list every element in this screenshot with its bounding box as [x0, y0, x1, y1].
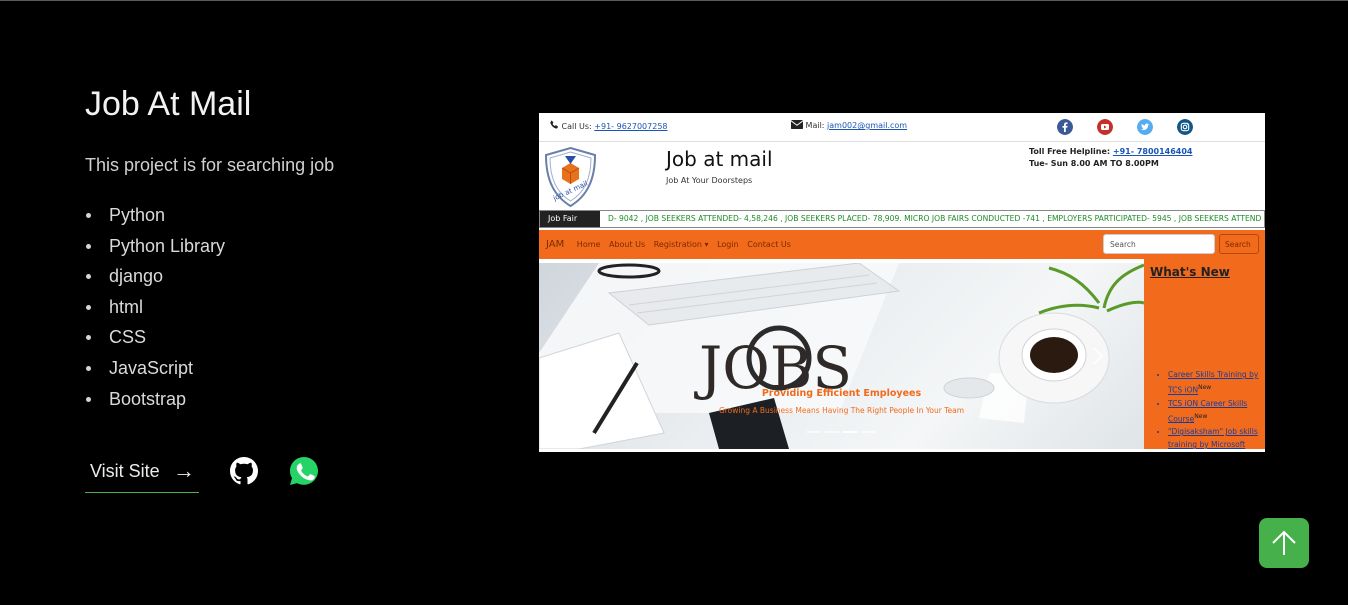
site-logo: job at mail	[544, 146, 597, 208]
site-nav-brand[interactable]: JAM	[546, 239, 564, 250]
list-item: JavaScript	[85, 353, 485, 384]
project-info: Job At Mail This project is for searchin…	[85, 84, 485, 414]
mail-icon	[790, 120, 804, 129]
site-call-label: Call Us:	[561, 122, 592, 131]
twitter-icon[interactable]	[1137, 119, 1153, 135]
site-ticker-text: D- 9042 , JOB SEEKERS ATTENDED- 4,58,246…	[608, 214, 1262, 223]
facebook-icon[interactable]	[1057, 119, 1073, 135]
whats-new-list: Career Skills Training by TCS iONNew TCS…	[1154, 368, 1264, 451]
list-item: Python Library	[85, 231, 485, 262]
hero-caption: Providing Efficient Employees	[761, 388, 922, 399]
site-header: job at mail Job at mail Job At Your Door…	[539, 143, 1265, 209]
site-brand: Job at mail	[666, 147, 773, 171]
hero-subcaption: Growing A Business Means Having The Righ…	[718, 406, 965, 415]
site-toll-number[interactable]: +91- 7800146404	[1113, 147, 1193, 156]
site-hero-carousel: JOBS Providing Efficient Employees Growi…	[539, 263, 1144, 449]
list-item: TCS iON Career Skills CourseNew	[1168, 397, 1264, 426]
arrow-up-icon	[1272, 530, 1296, 555]
site-bottom-edge	[539, 449, 1265, 452]
site-nav-login[interactable]: Login	[717, 240, 739, 249]
site-nav-about[interactable]: About Us	[609, 240, 645, 249]
site-helpline: Toll Free Helpline: +91- 7800146404 Tue-…	[1029, 146, 1193, 170]
whatsapp-icon[interactable]	[288, 455, 320, 487]
whats-new-title[interactable]: What's New	[1150, 265, 1230, 279]
list-item: django	[85, 261, 485, 292]
site-call: Call Us: +91- 9627007258	[549, 120, 668, 131]
list-item: html	[85, 292, 485, 323]
whats-new-link[interactable]: "Digisaksham" Job skills training by Mic…	[1168, 427, 1258, 449]
top-divider	[0, 0, 1348, 1]
whats-new-panel: What's New Career Skills Training by TCS…	[1144, 259, 1265, 449]
list-item: CSS	[85, 322, 485, 353]
arrow-right-icon: →	[173, 458, 195, 483]
list-item: Career Skills Training by TCS iONNew	[1168, 368, 1264, 397]
site-mail: Mail: jam002@gmail.com	[790, 120, 907, 130]
site-toll-hours: Tue- Sun 8.00 AM TO 8.00PM	[1029, 159, 1159, 168]
list-item: "Digisaksham" Job skills training by Mic…	[1168, 425, 1264, 451]
new-badge: New	[1194, 412, 1208, 420]
list-item: Python	[85, 200, 485, 231]
site-nav-registration[interactable]: Registration ▾	[654, 240, 709, 249]
site-tagline: Job At Your Doorsteps	[666, 176, 753, 185]
site-nav-contact[interactable]: Contact Us	[747, 240, 791, 249]
site-toll-label: Toll Free Helpline:	[1029, 147, 1111, 156]
project-actions: Visit Site →	[85, 452, 345, 494]
site-search-input[interactable]: Search	[1103, 234, 1215, 254]
hero-image: JOBS	[539, 263, 1144, 449]
visit-site-link[interactable]: Visit Site →	[85, 452, 199, 493]
carousel-indicators[interactable]	[807, 431, 875, 433]
site-mail-address[interactable]: jam002@gmail.com	[827, 121, 907, 130]
project-title: Job At Mail	[85, 85, 252, 123]
site-search-button[interactable]: Search	[1219, 234, 1259, 254]
phone-icon	[550, 120, 558, 129]
site-ticker: Job Fair D- 9042 , JOB SEEKERS ATTENDED-…	[539, 210, 1265, 228]
site-nav-home[interactable]: Home	[577, 240, 601, 249]
site-ticker-label: Job Fair	[540, 211, 600, 227]
site-call-number[interactable]: +91- 9627007258	[594, 122, 667, 131]
list-item: Bootstrap	[85, 384, 485, 415]
tech-list: Python Python Library django html CSS Ja…	[85, 200, 485, 414]
new-badge: New	[1198, 384, 1212, 391]
scroll-to-top-button[interactable]	[1259, 518, 1309, 568]
whats-new-link[interactable]: Career Skills Training by TCS iON	[1168, 370, 1258, 395]
visit-site-label: Visit Site	[90, 461, 160, 481]
github-icon[interactable]	[230, 457, 258, 485]
instagram-icon[interactable]	[1177, 119, 1193, 135]
project-screenshot: Call Us: +91- 9627007258 Mail: jam002@gm…	[539, 113, 1265, 452]
whats-new-link[interactable]: TCS iON Career Skills Course	[1168, 399, 1247, 424]
site-topbar: Call Us: +91- 9627007258 Mail: jam002@gm…	[539, 113, 1265, 142]
project-description: This project is for searching job	[85, 155, 335, 175]
site-navbar: JAM Home About Us Registration ▾ Login C…	[539, 230, 1265, 259]
youtube-icon[interactable]	[1097, 119, 1113, 135]
site-mail-label: Mail:	[805, 121, 825, 130]
